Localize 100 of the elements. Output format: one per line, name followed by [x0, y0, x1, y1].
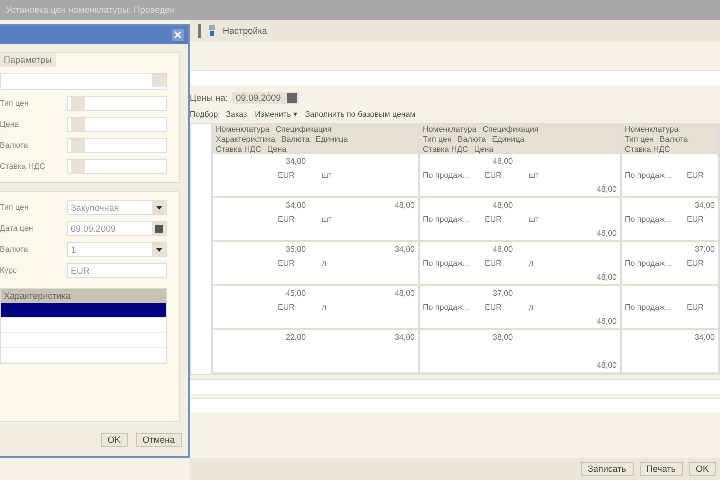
- date-field[interactable]: 09.09.2009: [232, 92, 300, 104]
- dropdown-button[interactable]: [152, 243, 166, 256]
- table-cell: 22,00: [286, 332, 306, 342]
- action-button[interactable]: Заполнить по базовым ценам: [305, 110, 416, 119]
- column-header: Номенклатура: [622, 124, 718, 134]
- field-label: Цены на:: [190, 93, 228, 103]
- column-header: Номенклатура Спецификация: [420, 124, 620, 134]
- table-cell: EUR: [278, 258, 295, 268]
- column-header: Характеристика: [1, 289, 166, 303]
- table-cell: 34,00: [286, 200, 306, 210]
- input-field[interactable]: [0, 73, 167, 90]
- field-label: Ставка НДС: [0, 162, 46, 171]
- close-button[interactable]: [172, 29, 184, 41]
- table-cell: 48,00: [596, 228, 617, 238]
- table-cell: EUR: [278, 302, 295, 312]
- select-button[interactable]: [71, 139, 85, 152]
- form-button[interactable]: OK: [688, 462, 716, 476]
- column-header: Номенклатура Спецификация: [213, 124, 418, 134]
- group-title: Параметры: [0, 53, 56, 67]
- table-cell: 48,00: [596, 184, 617, 194]
- table-cell: EUR: [485, 258, 502, 268]
- table-cell: 48,00: [596, 316, 617, 326]
- select-button[interactable]: [71, 97, 85, 110]
- field-label: Курс: [0, 266, 18, 275]
- table-cell: EUR: [687, 302, 704, 312]
- form-button[interactable]: Записать: [581, 462, 634, 476]
- form-button[interactable]: Печать: [640, 462, 683, 476]
- column-header: Ставка НДС Цена: [213, 144, 418, 154]
- table-cell: 34,00: [394, 244, 415, 254]
- table-cell: EUR: [278, 214, 295, 224]
- column-header: Тип цен Валюта: [622, 134, 718, 144]
- table-cell: л: [322, 302, 327, 312]
- table-cell: По продаж...: [423, 214, 470, 224]
- table-cell: 34,00: [694, 200, 715, 210]
- table-cell: 48,00: [493, 200, 514, 210]
- column-header: Ставка НДС: [622, 144, 718, 154]
- input-field[interactable]: [67, 159, 167, 174]
- table-cell: EUR: [485, 214, 502, 224]
- dialog-button[interactable]: Отмена: [136, 433, 182, 447]
- input-field[interactable]: [67, 96, 167, 111]
- toolbar-icon[interactable]: [207, 25, 217, 37]
- calendar-button[interactable]: [287, 93, 298, 103]
- table-cell: 48,00: [596, 360, 617, 370]
- dialog-button[interactable]: OK: [100, 433, 128, 447]
- table-cell: EUR: [485, 170, 502, 180]
- table-cell: 48,00: [394, 200, 415, 210]
- table-cell: 38,00: [493, 332, 514, 342]
- table-cell: л: [529, 258, 534, 268]
- select-button[interactable]: [71, 160, 85, 173]
- action-button[interactable]: Заказ: [226, 110, 248, 119]
- table-cell: По продаж...: [625, 302, 672, 312]
- table-cell: 34,00: [694, 332, 715, 342]
- action-button[interactable]: Подбор: [190, 110, 218, 119]
- table-cell: По продаж...: [423, 302, 470, 312]
- table-cell: шт: [529, 170, 540, 180]
- table-cell: 48,00: [394, 288, 415, 298]
- table-cell: EUR: [687, 214, 704, 224]
- input-field[interactable]: [67, 117, 167, 132]
- field-label: Валюта: [0, 245, 28, 254]
- table-cell: По продаж...: [423, 258, 470, 268]
- table-cell: 37,00: [694, 244, 715, 254]
- table-cell: 35,00: [286, 244, 306, 254]
- dropdown-button[interactable]: [152, 201, 166, 214]
- table-cell: EUR: [278, 170, 295, 180]
- field-label: Тип цен: [0, 99, 29, 108]
- action-button[interactable]: Изменить ▾: [255, 110, 298, 119]
- list-row[interactable]: [1, 303, 166, 318]
- table-cell: По продаж...: [625, 170, 672, 180]
- toolbar-button[interactable]: Настройка: [223, 26, 268, 36]
- table-cell: EUR: [687, 170, 704, 180]
- column-header: Характеристика Валюта Единица: [213, 134, 418, 144]
- table-cell: По продаж...: [625, 258, 672, 268]
- table-cell: 45,00: [286, 288, 306, 298]
- input-field[interactable]: [190, 398, 720, 413]
- input-field[interactable]: [190, 70, 720, 86]
- input-field[interactable]: [67, 138, 167, 153]
- input-field[interactable]: [190, 379, 720, 394]
- field-label: Валюта: [0, 141, 28, 150]
- field-label: Дата цен: [0, 224, 34, 233]
- table-cell: шт: [322, 214, 332, 224]
- field-label: Тип цен: [0, 203, 29, 212]
- table-cell: 48,00: [596, 272, 617, 282]
- column-header: Тип цен Валюта Единица: [420, 134, 620, 144]
- select-button[interactable]: [71, 118, 85, 131]
- caret-icon: [156, 248, 162, 252]
- table-cell: шт: [529, 214, 540, 224]
- table-cell: По продаж...: [423, 170, 470, 180]
- table-cell: 48,00: [493, 244, 514, 254]
- caret-icon: [156, 206, 162, 210]
- table-cell: По продаж...: [625, 214, 672, 224]
- table-cell: EUR: [485, 302, 502, 312]
- close-icon: [174, 31, 182, 39]
- select-button[interactable]: [152, 74, 166, 87]
- column-header: Ставка НДС Цена: [420, 144, 620, 154]
- table-cell: EUR: [687, 258, 704, 268]
- table-cell: л: [322, 258, 327, 268]
- calendar-button[interactable]: [152, 222, 166, 235]
- table-cell: 34,00: [286, 156, 306, 166]
- table-cell: 48,00: [493, 156, 514, 166]
- calendar-icon: [155, 224, 163, 232]
